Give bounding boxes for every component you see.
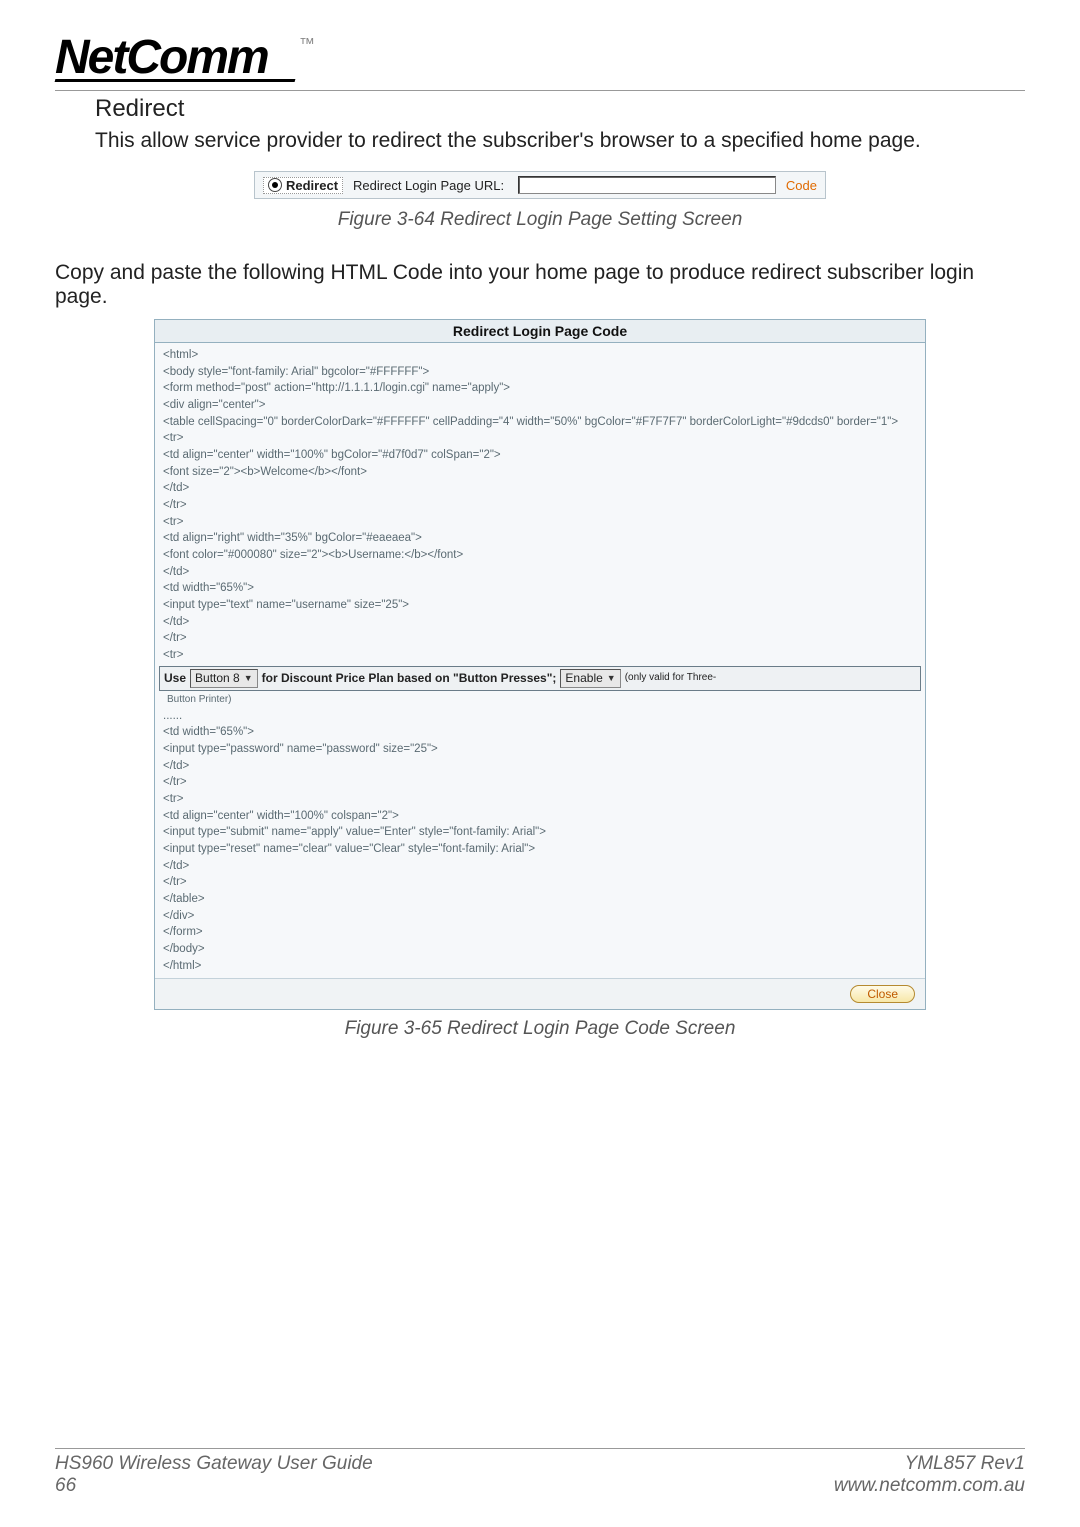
insert-use: Use [164, 670, 186, 687]
button-select-value: Button 8 [195, 670, 240, 687]
enable-select[interactable]: Enable ▼ [560, 669, 620, 688]
redirect-radio-label: Redirect [286, 178, 338, 193]
enable-select-value: Enable [565, 670, 602, 687]
code-block-bottom: ...... <td width="65%"> <input type="pas… [163, 710, 546, 972]
panel-title: Redirect Login Page Code [155, 320, 925, 343]
code-block-top: <html> <body style="font-family: Arial" … [163, 349, 898, 661]
brand-logo: NetComm ™ [55, 30, 1025, 82]
redirect-radio-option[interactable]: Redirect [263, 177, 343, 194]
insert-config-row: Use Button 8 ▼ for Discount Price Plan b… [159, 666, 921, 691]
copy-instruction: Copy and paste the following HTML Code i… [55, 261, 1025, 309]
logo-text: NetComm [55, 31, 268, 84]
header-divider [55, 90, 1025, 91]
section-heading: Redirect [95, 95, 1025, 123]
redirect-setting-screenshot: Redirect Redirect Login Page URL: Code [254, 171, 826, 199]
redirect-url-input[interactable] [518, 176, 776, 194]
trademark-symbol: ™ [299, 36, 315, 54]
code-link[interactable]: Code [786, 178, 817, 193]
insert-sub: Button Printer) [163, 693, 917, 708]
insert-mid: for Discount Price Plan based on "Button… [262, 670, 557, 687]
chevron-down-icon: ▼ [244, 672, 253, 685]
insert-tail: (only valid for Three- [625, 671, 717, 686]
radio-icon [268, 178, 282, 192]
footer-guide-title: HS960 Wireless Gateway User Guide [55, 1453, 373, 1475]
section-description: This allow service provider to redirect … [95, 129, 1025, 153]
code-panel: Redirect Login Page Code <html> <body st… [154, 319, 926, 1010]
panel-body: <html> <body style="font-family: Arial" … [155, 343, 925, 978]
figure-caption-2: Figure 3-65 Redirect Login Page Code Scr… [55, 1018, 1025, 1040]
footer-revision: YML857 Rev1 [834, 1453, 1025, 1475]
figure-caption-1: Figure 3-64 Redirect Login Page Setting … [55, 209, 1025, 231]
close-button[interactable]: Close [850, 985, 915, 1003]
page-footer: HS960 Wireless Gateway User Guide 66 YML… [55, 1448, 1025, 1497]
chevron-down-icon: ▼ [607, 672, 616, 685]
button-select[interactable]: Button 8 ▼ [190, 669, 258, 688]
redirect-url-label: Redirect Login Page URL: [353, 178, 504, 193]
footer-url: www.netcomm.com.au [834, 1475, 1025, 1497]
footer-page-number: 66 [55, 1475, 373, 1497]
